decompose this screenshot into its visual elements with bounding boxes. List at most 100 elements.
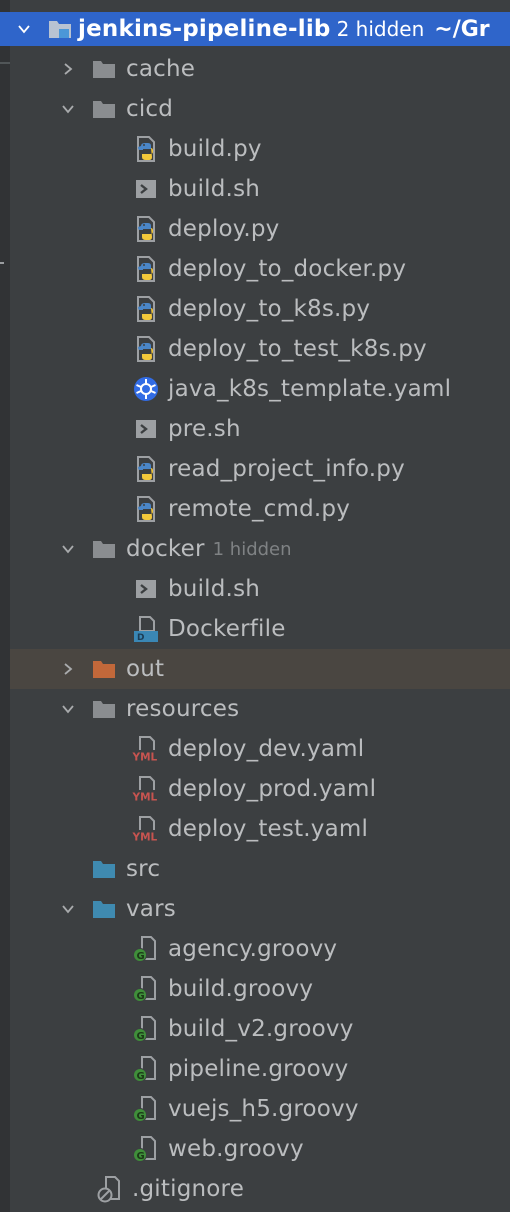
tree-item-web-groovy[interactable]: G web.groovy — [10, 1129, 510, 1169]
tree-item-read-project-info-py[interactable]: read_project_info.py — [10, 449, 510, 489]
tree-item-label: cicd — [126, 96, 174, 122]
tree-item-label: read_project_info.py — [168, 456, 405, 482]
folder-icon — [90, 95, 118, 123]
tree-item-label: build.sh — [168, 576, 261, 602]
tree-item-src[interactable]: src — [10, 849, 510, 889]
groovy-file-icon: G — [132, 935, 160, 963]
tree-item-vuejs-h5-groovy[interactable]: G vuejs_h5.groovy — [10, 1089, 510, 1129]
tree-item-build-py[interactable]: build.py — [10, 129, 510, 169]
tree-root-row[interactable]: jenkins-pipeline-lib 2 hidden ~/Gr — [0, 12, 510, 46]
chevron-down-icon[interactable] — [56, 897, 80, 921]
tree-item-pipeline-groovy[interactable]: G pipeline.groovy — [10, 1049, 510, 1089]
source-folder-icon — [90, 895, 118, 923]
ignore-file-icon — [96, 1175, 124, 1203]
tree-item-deploy-to-test-k8s-py[interactable]: deploy_to_test_k8s.py — [10, 329, 510, 369]
groovy-file-icon: G — [132, 975, 160, 1003]
chevron-right-icon[interactable] — [56, 57, 80, 81]
tree-item-dockerfile[interactable]: D Dockerfile — [10, 609, 510, 649]
tree-item-remote-cmd-py[interactable]: remote_cmd.py — [10, 489, 510, 529]
tree-item-agency-groovy[interactable]: G agency.groovy — [10, 929, 510, 969]
file-type-badge: YML — [132, 792, 158, 804]
tree-item-label: build.sh — [168, 176, 261, 202]
tree-item-label: resources — [126, 696, 240, 722]
gutter-marker — [0, 62, 10, 64]
tree-item-build-groovy[interactable]: G build.groovy — [10, 969, 510, 1009]
project-folder-icon — [46, 15, 74, 43]
folder-icon — [90, 55, 118, 83]
python-file-icon — [132, 255, 160, 283]
tree-item-label: deploy.py — [168, 216, 280, 242]
python-file-icon — [132, 135, 160, 163]
tree-item-label: deploy_to_test_k8s.py — [168, 336, 427, 362]
yaml-file-icon: YML — [132, 775, 160, 803]
project-path: ~/Gr — [434, 16, 490, 42]
tree-item-label: cache — [126, 56, 196, 82]
tree-item-label: pipeline.groovy — [168, 1056, 349, 1082]
tree-item-label: deploy_to_k8s.py — [168, 296, 371, 322]
shell-file-icon — [132, 175, 160, 203]
file-type-badge: YML — [132, 832, 158, 844]
folder-icon — [90, 695, 118, 723]
yaml-file-icon: YML — [132, 815, 160, 843]
shell-file-icon — [132, 575, 160, 603]
tree-item-deploy-test-yaml[interactable]: YML deploy_test.yaml — [10, 809, 510, 849]
tree-item-resources[interactable]: resources — [10, 689, 510, 729]
tree-item-label: docker — [126, 536, 205, 562]
chevron-down-icon[interactable] — [56, 697, 80, 721]
tree-item-label: Dockerfile — [168, 616, 286, 642]
tree-item-java-k8s-template-yaml[interactable]: java_k8s_template.yaml — [10, 369, 510, 409]
file-type-badge: G — [137, 1111, 145, 1122]
tree-item-label: deploy_dev.yaml — [168, 736, 365, 762]
tree-item-label: java_k8s_template.yaml — [168, 376, 452, 402]
python-file-icon — [132, 295, 160, 323]
tree-item-label: out — [126, 656, 165, 682]
tree-item-cache[interactable]: cache — [10, 49, 510, 89]
yaml-file-icon: YML — [132, 735, 160, 763]
excluded-folder-icon — [90, 655, 118, 683]
tree-item-label: pre.sh — [168, 416, 241, 442]
tree-item-label: build.py — [168, 136, 262, 162]
tree-item-vars[interactable]: vars — [10, 889, 510, 929]
groovy-file-icon: G — [132, 1095, 160, 1123]
python-file-icon — [132, 335, 160, 363]
file-type-badge: G — [137, 1071, 145, 1082]
project-tree: jenkins-pipeline-lib 2 hidden ~/Gr cache… — [0, 0, 510, 1212]
chevron-right-icon[interactable] — [56, 657, 80, 681]
python-file-icon — [132, 215, 160, 243]
tree-item-label: build.groovy — [168, 976, 314, 1002]
tree-item-gitignore[interactable]: .gitignore — [10, 1169, 510, 1209]
chevron-down-icon[interactable] — [56, 537, 80, 561]
tree-item-build-sh[interactable]: build.sh — [10, 569, 510, 609]
groovy-file-icon: G — [132, 1135, 160, 1163]
tree-item-out[interactable]: out — [10, 649, 510, 689]
tree-item-pre-sh[interactable]: pre.sh — [10, 409, 510, 449]
tree-item-build-sh[interactable]: build.sh — [10, 169, 510, 209]
file-type-badge: G — [137, 1031, 145, 1042]
chevron-down-icon[interactable] — [12, 17, 36, 41]
tree-item-label: web.groovy — [168, 1136, 304, 1162]
tree-item-cicd[interactable]: cicd — [10, 89, 510, 129]
project-hidden-count: 2 hidden — [336, 17, 425, 41]
kubernetes-icon — [132, 375, 160, 403]
svg-text:D: D — [137, 633, 144, 643]
tree-item-deploy-dev-yaml[interactable]: YML deploy_dev.yaml — [10, 729, 510, 769]
tree-item-deploy-prod-yaml[interactable]: YML deploy_prod.yaml — [10, 769, 510, 809]
tree-item-label: vuejs_h5.groovy — [168, 1096, 359, 1122]
tree-item-label: .gitignore — [132, 1176, 245, 1202]
groovy-file-icon: G — [132, 1015, 160, 1043]
file-type-badge: G — [137, 951, 145, 962]
folder-icon — [90, 535, 118, 563]
file-type-badge: G — [137, 1151, 145, 1162]
tree-item-build-v2-groovy[interactable]: G build_v2.groovy — [10, 1009, 510, 1049]
shell-file-icon — [132, 415, 160, 443]
tree-arrow-placeholder — [56, 857, 80, 881]
hidden-count: 1 hidden — [212, 538, 292, 560]
tree-item-deploy-to-k8s-py[interactable]: deploy_to_k8s.py — [10, 289, 510, 329]
tree-item-label: deploy_prod.yaml — [168, 776, 377, 802]
source-folder-icon — [90, 855, 118, 883]
tree-item-deploy-py[interactable]: deploy.py — [10, 209, 510, 249]
tree-item-deploy-to-docker-py[interactable]: deploy_to_docker.py — [10, 249, 510, 289]
chevron-down-icon[interactable] — [56, 97, 80, 121]
tree-item-label: agency.groovy — [168, 936, 338, 962]
tree-item-docker[interactable]: docker 1 hidden — [10, 529, 510, 569]
